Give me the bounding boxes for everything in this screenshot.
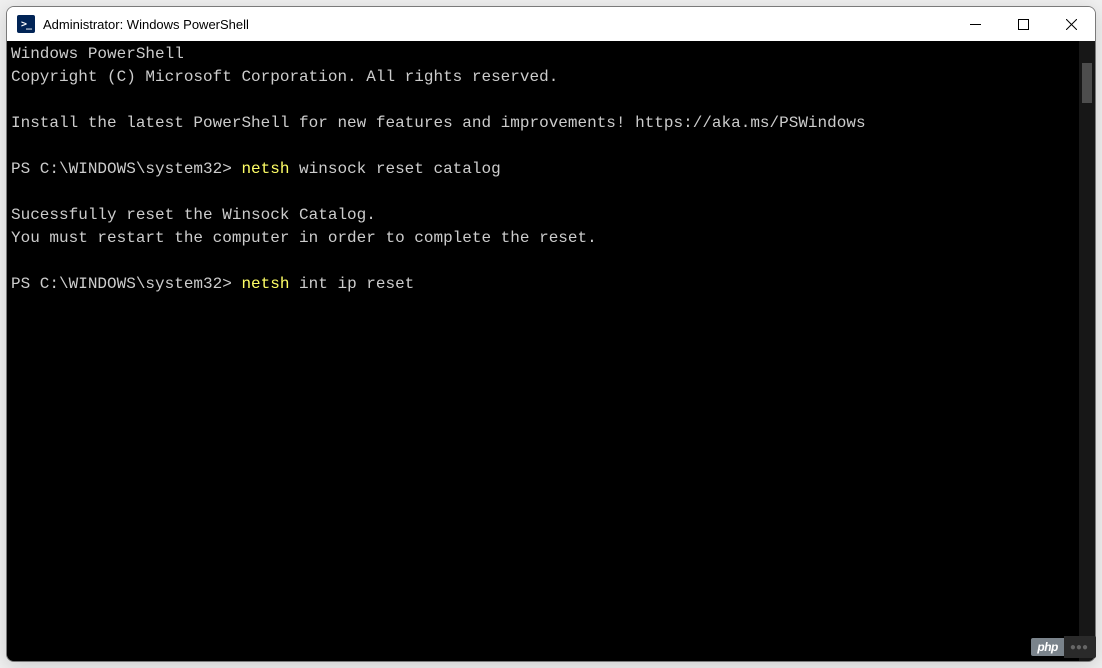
maximize-button[interactable] [999,7,1047,41]
output-line: Windows PowerShell [11,43,1075,66]
prompt: PS C:\WINDOWS\system32> [11,275,241,293]
powershell-icon-glyph: >_ [21,19,31,30]
output-line: Sucessfully reset the Winsock Catalog. [11,204,1075,227]
output-blank [11,181,1075,204]
command-keyword: netsh [241,275,289,293]
output-blank [11,89,1075,112]
prompt: PS C:\WINDOWS\system32> [11,160,241,178]
terminal-container: Windows PowerShellCopyright (C) Microsof… [7,41,1095,661]
watermark-badge: php [1031,638,1064,656]
terminal-output[interactable]: Windows PowerShellCopyright (C) Microsof… [7,41,1079,661]
output-blank [11,250,1075,273]
minimize-icon [970,19,981,30]
scroll-thumb[interactable] [1082,63,1092,103]
powershell-icon: >_ [17,15,35,33]
close-icon [1066,19,1077,30]
titlebar[interactable]: >_ Administrator: Windows PowerShell [7,7,1095,41]
output-line: Copyright (C) Microsoft Corporation. All… [11,66,1075,89]
output-blank [11,135,1075,158]
watermark-tail: ●●● [1064,636,1096,658]
command-line: PS C:\WINDOWS\system32> netsh winsock re… [11,158,1075,181]
output-line: You must restart the computer in order t… [11,227,1075,250]
vertical-scrollbar[interactable] [1079,41,1095,661]
command-keyword: netsh [241,160,289,178]
close-button[interactable] [1047,7,1095,41]
maximize-icon [1018,19,1029,30]
command-args: int ip reset [289,275,414,293]
window-title: Administrator: Windows PowerShell [43,17,951,32]
powershell-window: >_ Administrator: Windows PowerShell Win… [6,6,1096,662]
command-args: winsock reset catalog [289,160,500,178]
window-controls [951,7,1095,41]
command-line: PS C:\WINDOWS\system32> netsh int ip res… [11,273,1075,296]
watermark: php ●●● [1031,636,1096,658]
output-line: Install the latest PowerShell for new fe… [11,112,1075,135]
minimize-button[interactable] [951,7,999,41]
